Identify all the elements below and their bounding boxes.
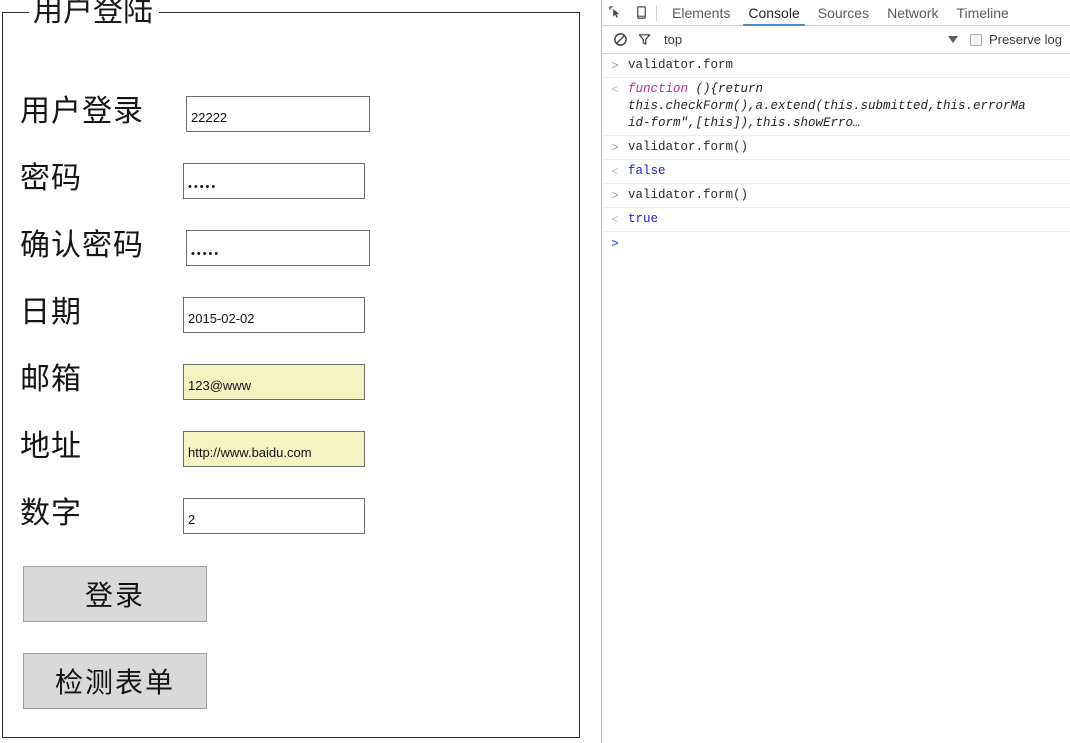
console-row-output-bool[interactable]: < true (602, 208, 1070, 232)
input-email[interactable]: 123@www (183, 364, 365, 400)
input-number[interactable]: 2 (183, 498, 365, 534)
console-output[interactable]: > validator.form < function (){return th… (602, 54, 1070, 255)
tab-timeline[interactable]: Timeline (947, 1, 1017, 25)
console-output-function-text: function (){return this.checkForm(),a.ex… (628, 81, 1070, 132)
preserve-log-label[interactable]: Preserve log (989, 32, 1062, 47)
label-password: 密码 (20, 162, 82, 195)
devtools-tabbar: Elements Console Sources Network Timelin… (602, 0, 1070, 26)
console-row-output-bool[interactable]: < false (602, 160, 1070, 184)
inspect-element-icon[interactable] (602, 1, 628, 25)
console-prompt-input[interactable] (628, 235, 1070, 252)
input-username[interactable]: 22222 (186, 96, 370, 132)
function-keyword: function (628, 82, 689, 96)
console-output-bool-text: false (628, 164, 666, 178)
input-confirm-password-value: ••••• (191, 248, 221, 260)
label-confirm-password: 确认密码 (20, 229, 144, 262)
console-prompt-arrow-icon: > (602, 235, 628, 252)
label-email: 邮箱 (20, 363, 82, 396)
prompt-in-icon: > (611, 236, 619, 250)
prompt-out-icon: < (611, 212, 619, 226)
console-input-arrow-icon: > (602, 57, 628, 74)
label-address: 地址 (20, 430, 82, 463)
console-row-input[interactable]: > validator.form() (602, 136, 1070, 160)
input-password[interactable]: ••••• (183, 163, 365, 199)
login-button[interactable]: 登录 (23, 566, 207, 622)
input-username-value: 22222 (191, 110, 228, 125)
check-form-button[interactable]: 检测表单 (23, 653, 207, 709)
function-body-line1: (){return this.checkForm(),a.extend(this… (628, 82, 1026, 113)
devtools-panel: Elements Console Sources Network Timelin… (601, 0, 1070, 743)
preserve-log-checkbox[interactable] (970, 33, 983, 46)
chevron-down-icon[interactable] (948, 36, 959, 43)
prompt-in-icon: > (611, 140, 619, 154)
prompt-out-icon: < (611, 164, 619, 178)
console-output-bool-text: true (628, 212, 659, 226)
device-toolbar-icon[interactable] (628, 1, 654, 25)
clear-console-icon[interactable] (608, 28, 632, 52)
console-filter-bar: top Preserve log (602, 26, 1070, 54)
console-input-text: validator.form (628, 58, 734, 72)
console-input-text: validator.form() (628, 188, 749, 202)
label-number: 数字 (20, 497, 82, 530)
tab-network[interactable]: Network (878, 1, 947, 25)
console-input-text: validator.form() (628, 140, 749, 154)
input-password-value: ••••• (188, 181, 218, 193)
console-output-arrow-icon: < (602, 211, 628, 228)
input-date-value: 2015-02-02 (188, 311, 255, 326)
console-prompt-row[interactable]: > (602, 232, 1070, 255)
input-address[interactable]: http://www.baidu.com (183, 431, 365, 467)
web-page-pane: 用户登陆 用户登录 22222 密码 ••••• 确认密码 ••••• 日期 2… (0, 0, 601, 743)
input-date[interactable]: 2015-02-02 (183, 297, 365, 333)
console-row-output-function[interactable]: < function (){return this.checkForm(),a.… (602, 78, 1070, 136)
function-body-line2: id-form",[this]),this.showErro… (628, 116, 861, 130)
console-output-arrow-icon: < (602, 163, 628, 180)
tab-console[interactable]: Console (739, 1, 808, 26)
console-row-input[interactable]: > validator.form (602, 54, 1070, 78)
label-date: 日期 (20, 296, 82, 329)
console-row-input[interactable]: > validator.form() (602, 184, 1070, 208)
filter-icon[interactable] (632, 28, 656, 52)
label-username: 用户登录 (20, 95, 144, 128)
prompt-in-icon: > (611, 58, 619, 72)
input-number-value: 2 (188, 512, 196, 527)
input-address-value: http://www.baidu.com (188, 445, 312, 460)
console-output-arrow-icon: < (602, 81, 628, 132)
prompt-out-icon: < (611, 82, 619, 96)
fieldset-legend: 用户登陆 (29, 0, 159, 31)
input-email-value: 123@www (188, 378, 252, 393)
console-input-arrow-icon: > (602, 139, 628, 156)
input-confirm-password[interactable]: ••••• (186, 230, 370, 266)
prompt-in-icon: > (611, 188, 619, 202)
console-input-arrow-icon: > (602, 187, 628, 204)
tab-elements[interactable]: Elements (663, 1, 739, 25)
console-context-selector[interactable]: top (664, 32, 682, 47)
tab-sources[interactable]: Sources (809, 1, 878, 25)
toolbar-divider (656, 4, 657, 21)
